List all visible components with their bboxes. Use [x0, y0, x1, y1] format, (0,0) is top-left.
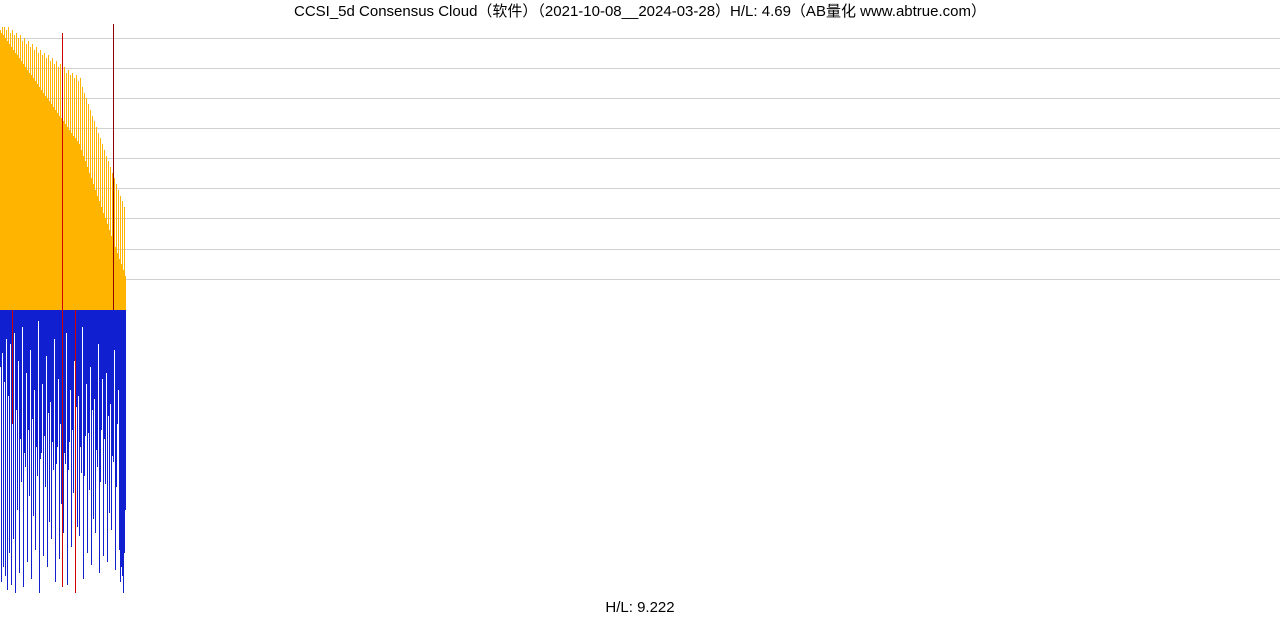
lower-bar [13, 310, 14, 539]
lower-bar [21, 310, 22, 482]
chart-plot [0, 24, 1280, 596]
lower-panel [0, 310, 1280, 596]
upper-bars [0, 24, 1280, 310]
lower-bar [65, 310, 66, 464]
lower-bar [81, 310, 82, 473]
vertical-guide [113, 24, 114, 310]
lower-bars [0, 310, 1280, 596]
lower-bar [37, 310, 38, 476]
upper-panel [0, 24, 1280, 310]
lower-bar [9, 310, 10, 553]
lower-bar [5, 310, 6, 576]
chart-title: CCSI_5d Consensus Cloud（软件）（2021-10-08__… [0, 0, 1280, 24]
upper-bar [125, 276, 126, 310]
lower-bar [125, 310, 126, 510]
chart-footer: H/L: 9.222 [0, 596, 1280, 620]
